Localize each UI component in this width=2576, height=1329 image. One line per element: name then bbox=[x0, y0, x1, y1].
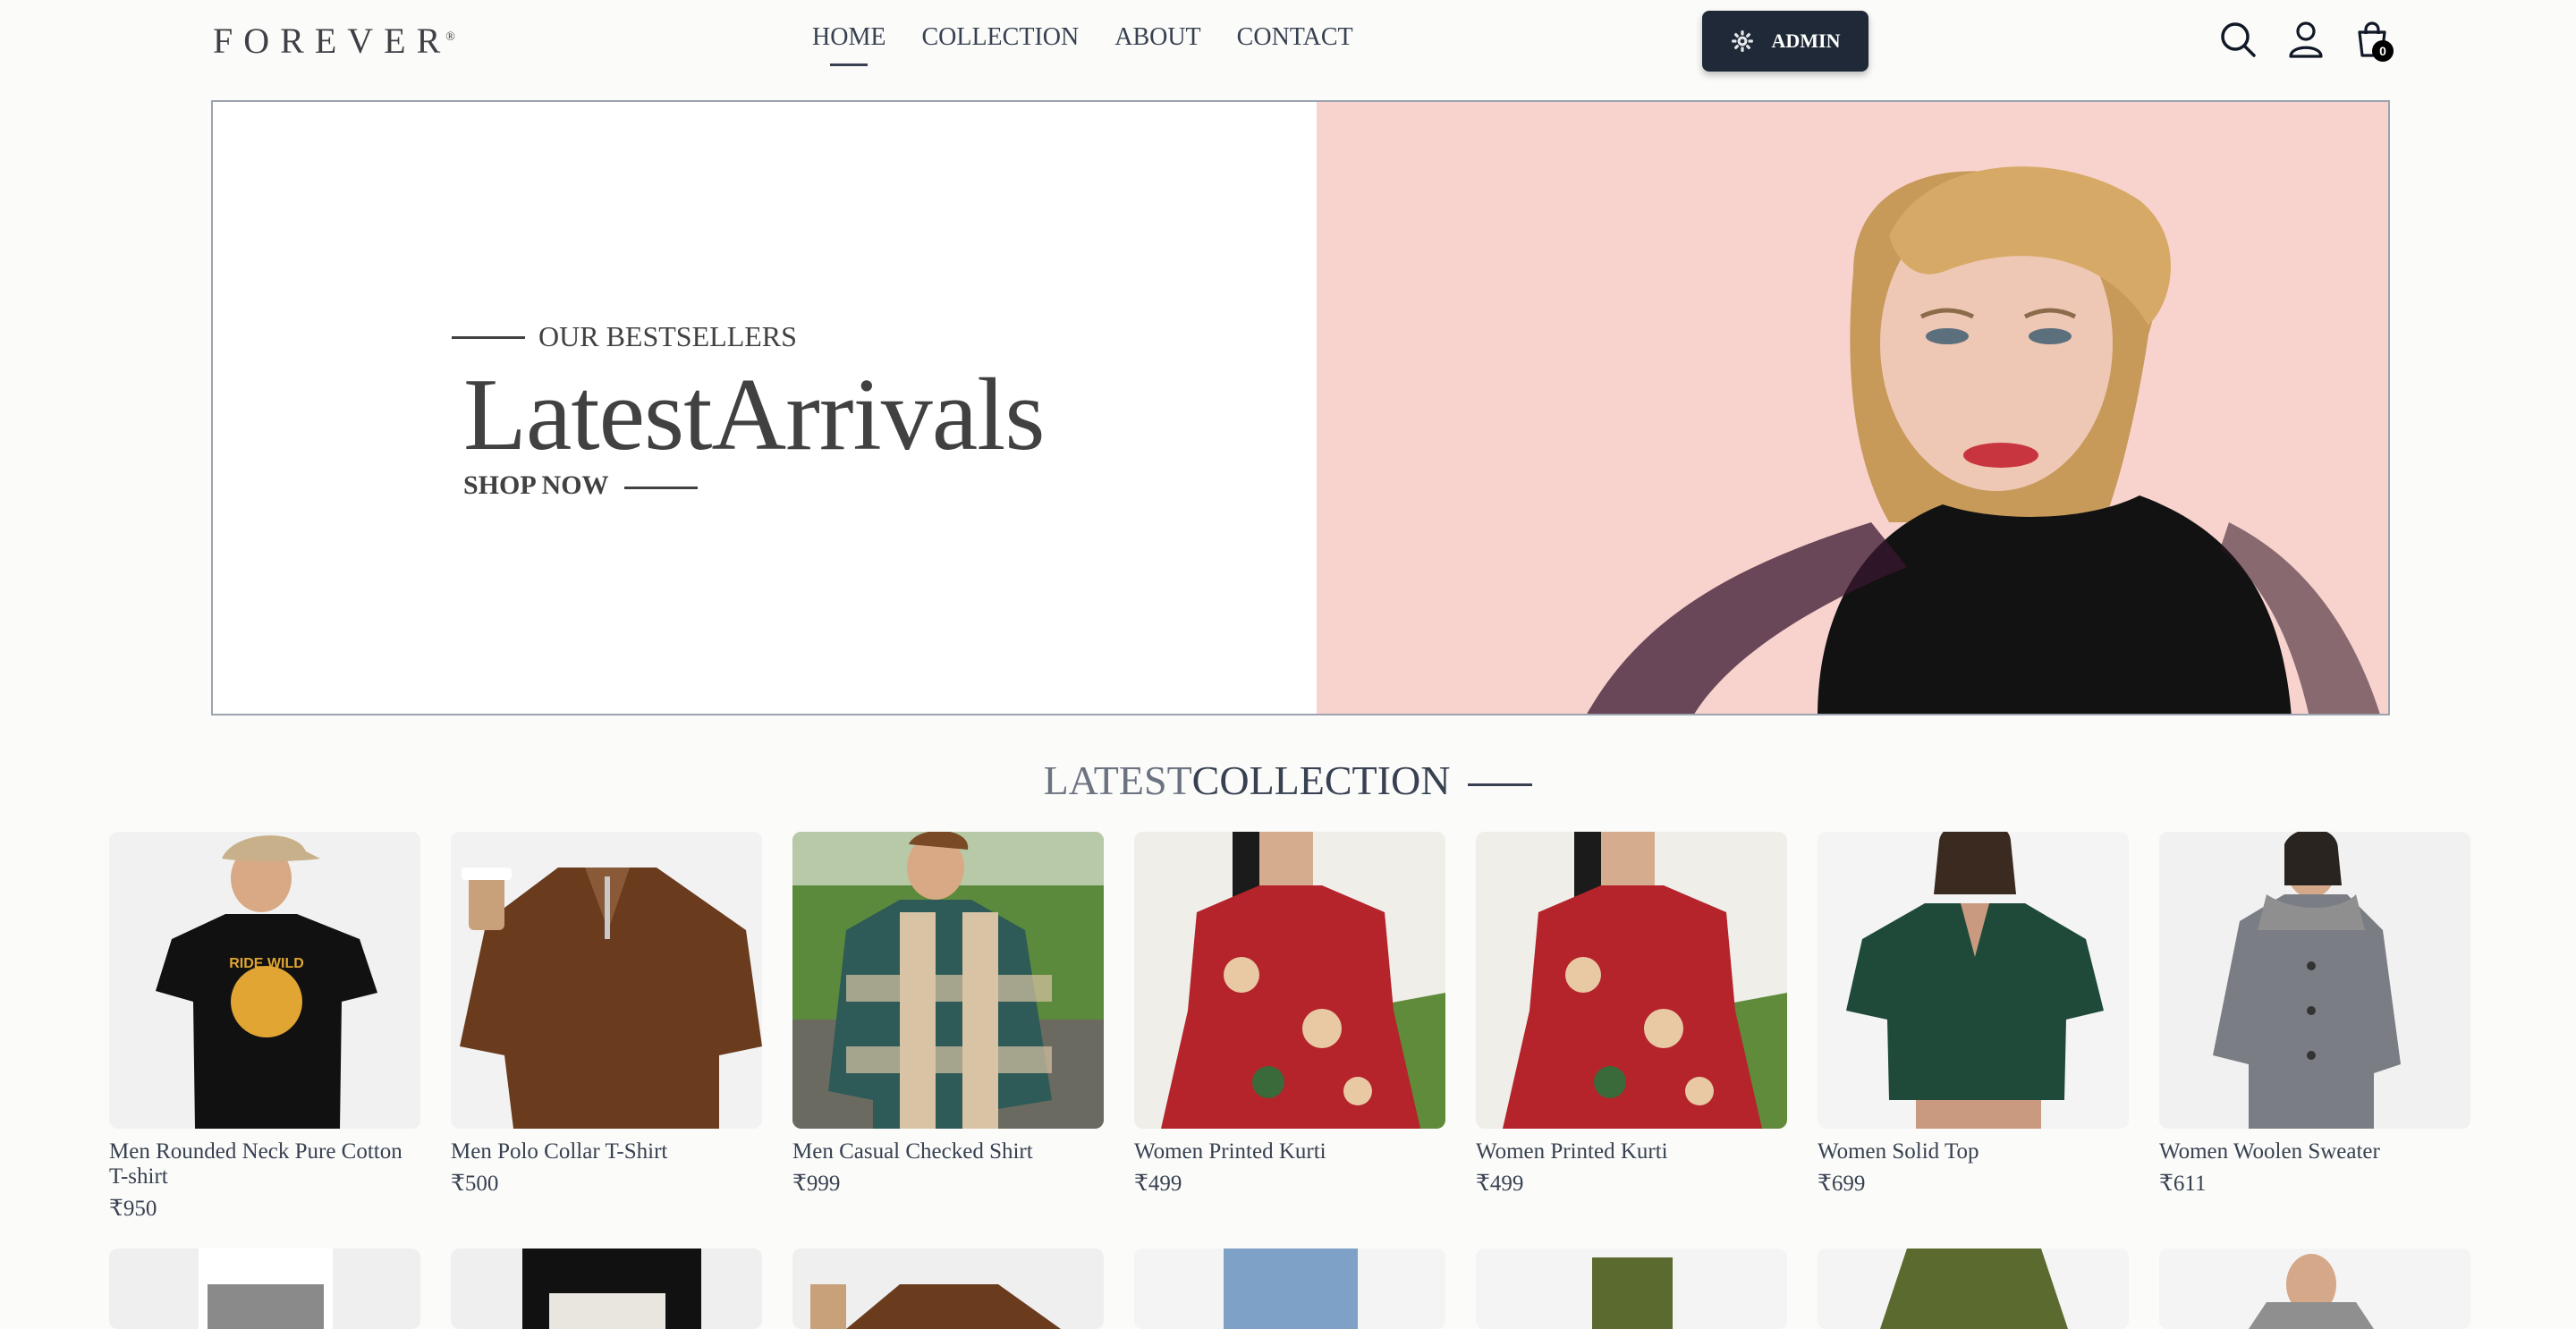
product-card[interactable]: Men Polo Collar T-Shirt ₹500 bbox=[451, 832, 762, 1197]
section-title-divider bbox=[1468, 783, 1533, 786]
search-icon[interactable] bbox=[2218, 20, 2258, 59]
product-card-preview[interactable] bbox=[109, 1249, 420, 1329]
product-card[interactable]: Women Woolen Sweater ₹611 bbox=[2159, 832, 2470, 1197]
product-price: ₹999 bbox=[792, 1172, 841, 1196]
hero-image bbox=[1317, 102, 2388, 714]
product-name: Women Woolen Sweater bbox=[2159, 1139, 2380, 1164]
product-name: Women Printed Kurti bbox=[1476, 1139, 1668, 1164]
nav-contact-link[interactable]: CONTACT bbox=[1237, 23, 1353, 52]
product-card-preview[interactable] bbox=[1476, 1249, 1787, 1329]
gear-icon bbox=[1731, 30, 1753, 52]
product-image bbox=[2159, 832, 2470, 1129]
product-price: ₹950 bbox=[109, 1197, 157, 1221]
product-name: Men Rounded Neck Pure Cotton T-shirt bbox=[109, 1139, 402, 1189]
product-card-preview[interactable] bbox=[792, 1249, 1104, 1329]
product-price: ₹500 bbox=[451, 1172, 499, 1196]
product-image bbox=[792, 832, 1104, 1129]
hero-banner: OUR BESTSELLERS LatestArrivals SHOP NOW bbox=[211, 100, 2390, 715]
product-card-preview[interactable] bbox=[2159, 1249, 2470, 1329]
cart-count-badge: 0 bbox=[2372, 40, 2394, 62]
tagline-divider bbox=[452, 336, 525, 339]
shop-now-divider bbox=[624, 487, 698, 489]
admin-button[interactable]: ADMIN bbox=[1702, 11, 1868, 72]
hero-title: LatestArrivals bbox=[463, 358, 1046, 472]
admin-label: ADMIN bbox=[1771, 30, 1841, 52]
shop-now-link[interactable]: SHOP NOW bbox=[463, 470, 609, 501]
product-image bbox=[1134, 832, 1445, 1129]
svg-text:RIDE WILD: RIDE WILD bbox=[229, 956, 304, 971]
profile-icon[interactable] bbox=[2286, 20, 2326, 59]
product-card[interactable]: Women Printed Kurti ₹499 bbox=[1134, 832, 1445, 1197]
hero-tagline: OUR BESTSELLERS bbox=[538, 320, 797, 352]
product-price: ₹611 bbox=[2159, 1172, 2207, 1196]
product-name: Men Casual Checked Shirt bbox=[792, 1139, 1033, 1164]
nav-about-link[interactable]: ABOUT bbox=[1114, 23, 1200, 52]
nav-collection-link[interactable]: COLLECTION bbox=[921, 23, 1079, 52]
product-price: ₹499 bbox=[1134, 1172, 1182, 1196]
product-card[interactable]: Women Solid Top ₹699 bbox=[1818, 832, 2129, 1197]
product-card-preview[interactable] bbox=[1134, 1249, 1445, 1329]
product-price: ₹699 bbox=[1818, 1172, 1866, 1196]
brand-logo[interactable]: FOREVER® bbox=[213, 20, 455, 62]
product-card[interactable]: RIDE WILD Men Rounded Neck Pure Cotton T… bbox=[109, 832, 420, 1222]
section-title-light: LATEST bbox=[1043, 758, 1192, 803]
nav-links: HOME COLLECTION ABOUT CONTACT bbox=[812, 23, 1353, 66]
product-card-preview[interactable] bbox=[1818, 1249, 2129, 1329]
product-card-preview[interactable] bbox=[451, 1249, 762, 1329]
product-image bbox=[1476, 832, 1787, 1129]
product-image bbox=[451, 832, 762, 1129]
product-image: RIDE WILD bbox=[109, 832, 420, 1129]
hero-text-panel: OUR BESTSELLERS LatestArrivals SHOP NOW bbox=[213, 102, 1317, 714]
product-price: ₹499 bbox=[1476, 1172, 1524, 1196]
section-title-bold: COLLECTION bbox=[1191, 758, 1451, 803]
product-image bbox=[1818, 832, 2129, 1129]
nav-home-link[interactable]: HOME bbox=[812, 23, 886, 66]
navbar: FOREVER® HOME COLLECTION ABOUT CONTACT A… bbox=[0, 0, 2576, 100]
product-card[interactable]: Women Printed Kurti ₹499 bbox=[1476, 832, 1787, 1197]
product-card[interactable]: Men Casual Checked Shirt ₹999 bbox=[792, 832, 1104, 1197]
product-name: Men Polo Collar T-Shirt bbox=[451, 1139, 668, 1164]
product-name: Women Printed Kurti bbox=[1134, 1139, 1326, 1164]
section-title: LATESTCOLLECTION bbox=[0, 757, 2576, 804]
product-name: Women Solid Top bbox=[1818, 1139, 1979, 1164]
